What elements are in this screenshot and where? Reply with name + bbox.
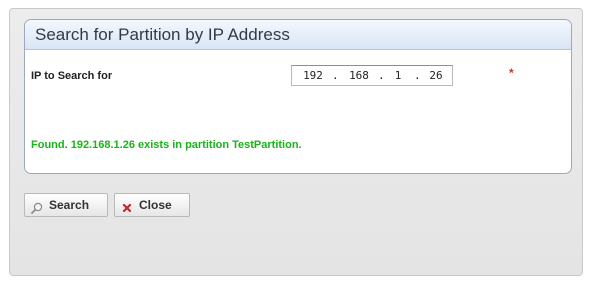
panel-title: Search for Partition by IP Address — [25, 20, 571, 50]
required-marker: * — [509, 66, 514, 80]
close-icon — [121, 199, 133, 213]
search-panel: Search for Partition by IP Address IP to… — [24, 19, 572, 174]
close-button[interactable]: Close — [114, 193, 190, 217]
ip-dot: . — [378, 69, 385, 82]
search-button-label: Search — [49, 198, 90, 212]
ip-octet-4[interactable]: 26 — [424, 66, 448, 85]
magnifier-icon — [31, 199, 43, 214]
ip-octet-2[interactable]: 168 — [344, 66, 374, 85]
ip-dot: . — [414, 69, 421, 82]
ip-octet-3[interactable]: 1 — [386, 66, 410, 85]
ip-octet-1[interactable]: 192 — [298, 66, 328, 85]
search-result-message: Found. 192.168.1.26 exists in partition … — [31, 139, 302, 151]
ip-field-row: IP to Search for 192 . 168 . 1 . 26 * — [25, 64, 571, 90]
ip-dot: . — [332, 69, 339, 82]
close-button-label: Close — [139, 198, 172, 212]
ip-address-input[interactable]: 192 . 168 . 1 . 26 — [291, 65, 453, 86]
search-button[interactable]: Search — [24, 193, 108, 217]
ip-field-label: IP to Search for — [31, 70, 113, 82]
search-partition-dialog: Search for Partition by IP Address IP to… — [9, 8, 583, 276]
